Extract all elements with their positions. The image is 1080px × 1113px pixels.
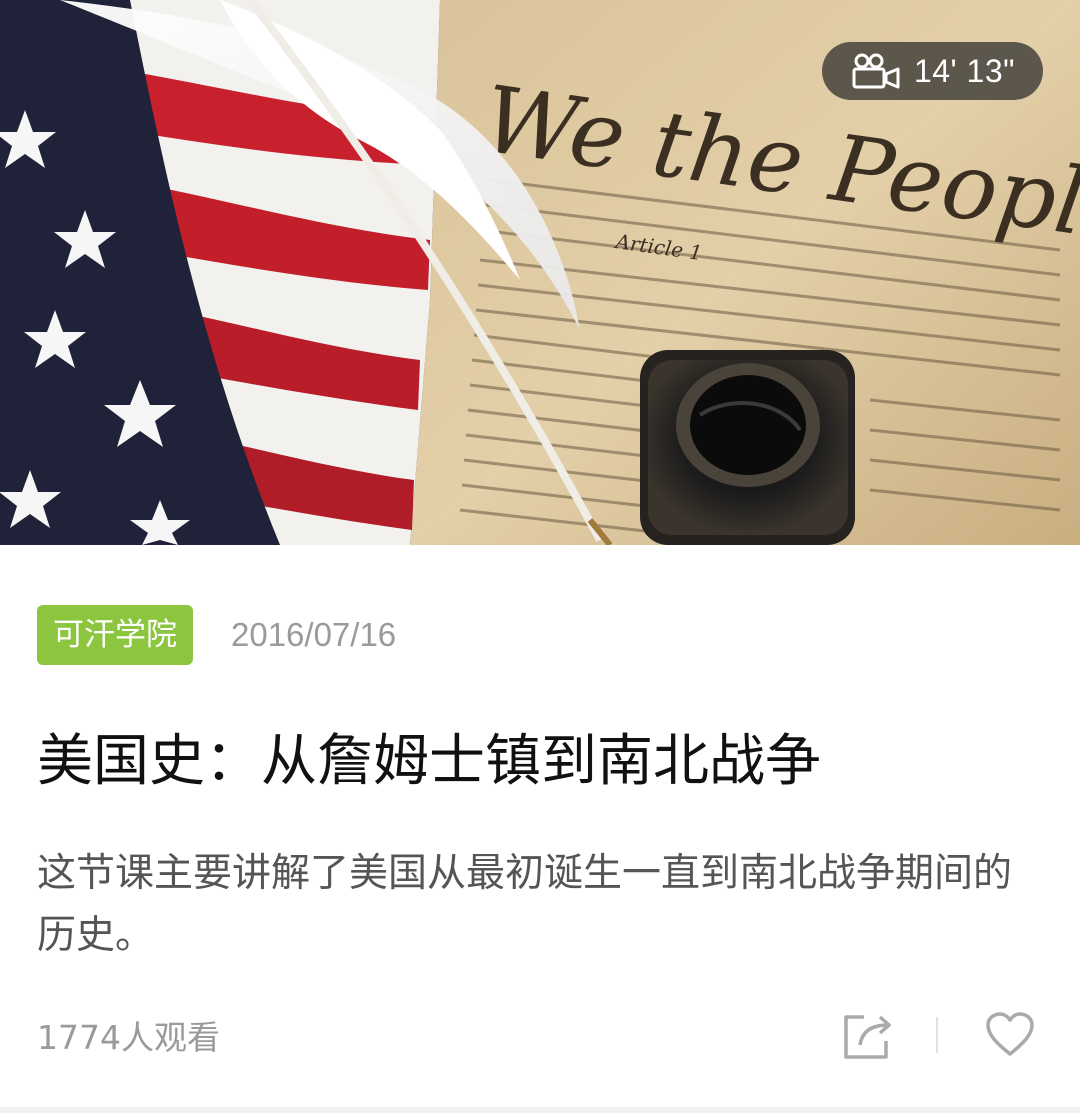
meta-row: 可汗学院 2016/07/16 [37, 605, 396, 665]
card-footer: 1774人观看 [37, 1004, 1040, 1066]
action-bar [838, 1005, 1040, 1065]
view-count: 1774人观看 [37, 1018, 220, 1057]
video-card[interactable]: We the People Article 1 14' 13" 可汗学院 201… [0, 0, 1080, 1113]
video-summary: 这节课主要讲解了美国从最初诞生一直到南北战争期间的历史。 [37, 851, 1013, 958]
source-tag[interactable]: 可汗学院 [37, 605, 193, 665]
action-divider [936, 1017, 938, 1053]
card-divider [0, 1107, 1080, 1113]
video-title[interactable]: 美国史：从詹姆士镇到南北战争 [37, 722, 1047, 802]
video-duration: 14' 13" [913, 52, 1015, 89]
share-button[interactable] [838, 1005, 898, 1065]
hero-image[interactable]: We the People Article 1 14' 13" [0, 0, 1080, 545]
video-camera-icon [852, 53, 900, 89]
heart-icon [986, 1012, 1034, 1056]
share-icon [844, 1015, 891, 1059]
like-button[interactable] [980, 1005, 1040, 1065]
ink-bottle [640, 350, 855, 545]
duration-badge: 14' 13" [821, 42, 1043, 100]
publish-date: 2016/07/16 [231, 616, 397, 653]
